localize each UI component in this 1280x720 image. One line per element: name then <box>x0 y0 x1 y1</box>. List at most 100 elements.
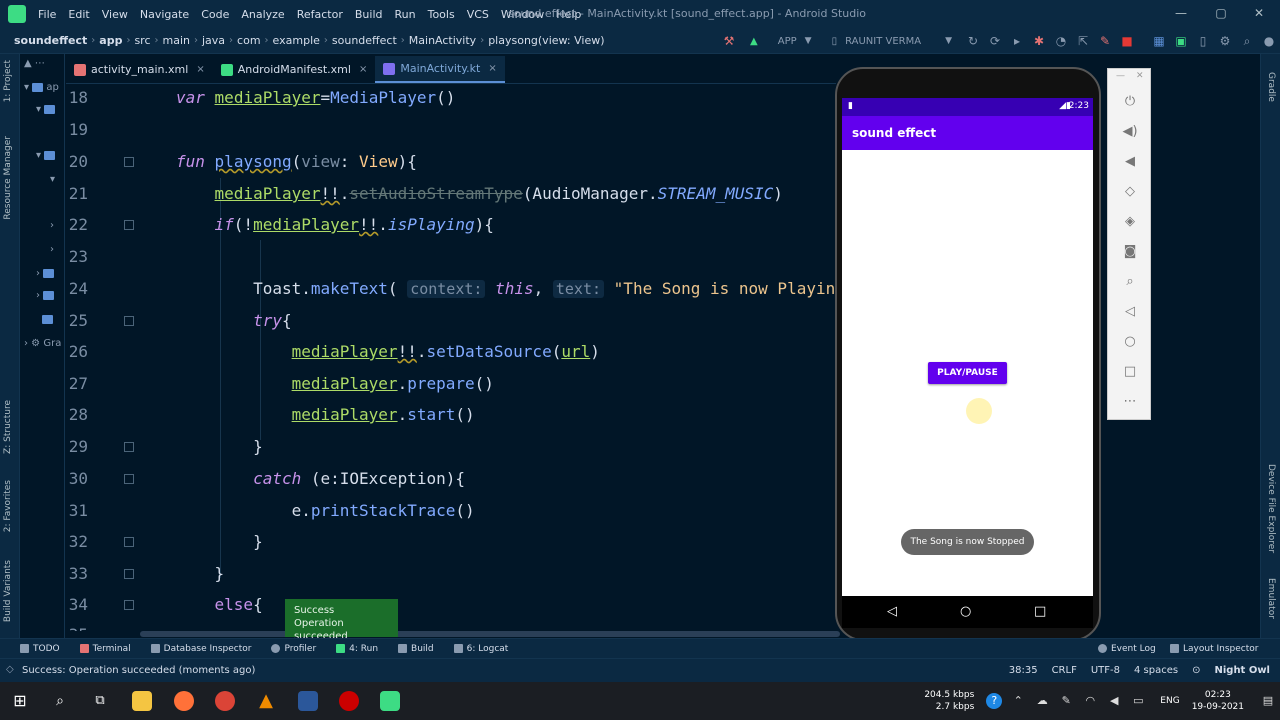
hammer-icon[interactable]: ⚒ <box>718 32 740 50</box>
search-icon[interactable]: ⌕ <box>50 691 70 711</box>
breadcrumb-app[interactable]: app <box>95 34 126 47</box>
chrome-icon[interactable] <box>215 691 235 711</box>
notifications-icon[interactable]: ▤ <box>1260 693 1276 709</box>
volume-up-icon[interactable]: ◀) <box>1121 123 1139 141</box>
battery-icon[interactable]: ▭ <box>1130 693 1146 709</box>
fold-marker-icon[interactable] <box>124 600 134 610</box>
tool-run[interactable]: 4: Run <box>336 644 378 654</box>
menu-refactor[interactable]: Refactor <box>291 8 349 21</box>
tab-activity-main[interactable]: activity_main.xml × <box>66 56 213 83</box>
notification-balloon[interactable]: Success Operation succeeded <box>285 599 398 642</box>
rerun-icon[interactable]: ↻ <box>962 32 984 50</box>
nav-back-icon[interactable]: ◁ <box>887 604 897 619</box>
caret-position[interactable]: 38:35 <box>1009 665 1038 676</box>
menu-tools[interactable]: Tools <box>422 8 461 21</box>
onedrive-icon[interactable]: ☁ <box>1034 693 1050 709</box>
tool-todo[interactable]: TODO <box>20 644 60 654</box>
emulator-close-icon[interactable]: ✕ <box>1136 71 1144 81</box>
breadcrumb-class[interactable]: MainActivity <box>405 34 480 47</box>
help-icon[interactable]: ? <box>986 693 1003 709</box>
stop-icon[interactable]: ■ <box>1116 32 1138 50</box>
menu-analyze[interactable]: Analyze <box>235 8 290 21</box>
menu-edit[interactable]: Edit <box>62 8 95 21</box>
tab-main-activity[interactable]: MainActivity.kt × <box>375 56 505 83</box>
menu-vcs[interactable]: VCS <box>461 8 495 21</box>
emulator-screen[interactable] <box>842 98 1093 596</box>
fold-marker-icon[interactable] <box>124 569 134 579</box>
maximize-icon[interactable]: ▢ <box>1214 6 1228 20</box>
volume-icon[interactable]: ◀ <box>1106 693 1122 709</box>
breadcrumb-java[interactable]: java <box>198 34 229 47</box>
menu-code[interactable]: Code <box>195 8 235 21</box>
emulator-minimize-icon[interactable]: — <box>1116 71 1125 81</box>
tab-resource-manager[interactable]: Resource Manager <box>3 136 13 220</box>
run-config-select[interactable]: ▲ APP ▼ <box>744 31 818 51</box>
search-icon[interactable]: ⌕ <box>1236 32 1258 50</box>
menu-run[interactable]: Run <box>389 8 422 21</box>
language-indicator[interactable]: ENG <box>1160 696 1179 706</box>
lock-icon[interactable]: ⊙ <box>1192 665 1200 676</box>
rotate-left-icon[interactable]: ◇ <box>1121 183 1139 201</box>
account-icon[interactable]: ● <box>1258 32 1280 50</box>
fold-marker-icon[interactable] <box>124 537 134 547</box>
status-toggle-icon[interactable]: ◇ <box>6 664 14 675</box>
android-studio-taskbar-icon[interactable] <box>380 691 400 711</box>
breadcrumb-com[interactable]: com <box>233 34 265 47</box>
attach-debugger-icon[interactable]: ⇱ <box>1072 32 1094 50</box>
chevron-up-icon[interactable]: ⌃ <box>1010 693 1026 709</box>
menu-view[interactable]: View <box>96 8 134 21</box>
firefox-icon[interactable] <box>174 691 194 711</box>
breadcrumb-project[interactable]: soundeffect <box>10 34 91 47</box>
tab-gradle[interactable]: Gradle <box>1266 72 1276 102</box>
indent-setting[interactable]: 4 spaces <box>1134 665 1178 676</box>
camera-icon[interactable]: ◙ <box>1121 243 1139 261</box>
device-select[interactable]: ▯ RAUNIT VERMA ▼ <box>826 31 958 51</box>
nav-home-icon[interactable]: ○ <box>960 604 971 619</box>
fold-marker-icon[interactable] <box>124 474 134 484</box>
nav-overview-icon[interactable]: □ <box>1034 604 1046 619</box>
task-view-icon[interactable]: ⧉ <box>90 691 110 711</box>
overview-icon[interactable]: □ <box>1121 363 1139 381</box>
tab-device-file-explorer[interactable]: Device File Explorer <box>1266 464 1276 553</box>
attach-icon[interactable]: ✎ <box>1094 32 1116 50</box>
sdk-manager-icon[interactable]: ▣ <box>1170 32 1192 50</box>
breadcrumb-example[interactable]: example <box>269 34 324 47</box>
fold-marker-icon[interactable] <box>124 157 134 167</box>
back-icon[interactable]: ◁ <box>1121 303 1139 321</box>
line-separator[interactable]: CRLF <box>1052 665 1077 676</box>
power-icon[interactable]: ⏻ <box>1121 93 1139 111</box>
fold-marker-icon[interactable] <box>124 442 134 452</box>
close-tab-icon[interactable]: × <box>196 64 204 75</box>
tool-event-log[interactable]: Event Log <box>1098 644 1156 654</box>
breadcrumb-main[interactable]: main <box>159 34 194 47</box>
more-icon[interactable]: ⋯ <box>1121 393 1139 411</box>
volume-down-icon[interactable]: ◀ <box>1121 153 1139 171</box>
profile-icon[interactable]: ◔ <box>1050 32 1072 50</box>
status-message[interactable]: Success: Operation succeeded (moments ag… <box>22 665 255 676</box>
play-pause-button[interactable]: PLAY/PAUSE <box>928 362 1007 384</box>
zoom-icon[interactable]: ⌕ <box>1121 273 1139 291</box>
tool-terminal[interactable]: Terminal <box>79 644 131 654</box>
project-structure-icon[interactable]: ▦ <box>1148 32 1170 50</box>
windows-start-icon[interactable]: ⊞ <box>10 691 30 711</box>
wifi-icon[interactable]: ◠ <box>1082 693 1098 709</box>
theme-name[interactable]: Night Owl <box>1214 665 1270 676</box>
sync-icon[interactable]: ⚙ <box>1214 32 1236 50</box>
tool-layout-inspector[interactable]: Layout Inspector <box>1170 644 1258 654</box>
debug-icon[interactable]: ✱ <box>1028 32 1050 50</box>
home-icon[interactable]: ○ <box>1121 333 1139 351</box>
editor-horizontal-scrollbar[interactable] <box>140 631 840 637</box>
pen-icon[interactable]: ✎ <box>1058 693 1074 709</box>
tab-android-manifest[interactable]: AndroidManifest.xml × <box>213 56 376 83</box>
tool-database-inspector[interactable]: Database Inspector <box>150 644 251 654</box>
rotate-right-icon[interactable]: ◈ <box>1121 213 1139 231</box>
tool-build[interactable]: Build <box>398 644 434 654</box>
fold-marker-icon[interactable] <box>124 220 134 230</box>
word-icon[interactable] <box>298 691 318 711</box>
avd-manager-icon[interactable]: ▯ <box>1192 32 1214 50</box>
menu-navigate[interactable]: Navigate <box>134 8 195 21</box>
tool-logcat[interactable]: 6: Logcat <box>453 644 508 654</box>
menu-file[interactable]: File <box>32 8 62 21</box>
fold-marker-icon[interactable] <box>124 316 134 326</box>
clock[interactable]: 02:23 19-09-2021 <box>1192 689 1244 713</box>
